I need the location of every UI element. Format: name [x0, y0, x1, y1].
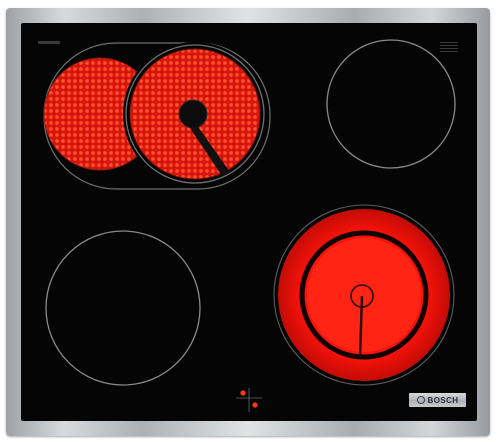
rear-left-cooking-zone	[43, 42, 271, 190]
brand-badge: BOSCH	[409, 393, 466, 407]
cooktop-zones-layer	[43, 39, 456, 412]
bosch-logo-icon	[416, 396, 425, 404]
model-label-mark	[38, 41, 60, 44]
rear-right-cooking-zone	[326, 39, 456, 169]
control-indicator	[236, 388, 262, 412]
front-right-cooking-zone	[273, 204, 455, 386]
front-right-heating-element-inner	[307, 238, 421, 352]
control-dot-top	[240, 390, 246, 396]
spec-label-mark	[440, 42, 458, 52]
brand-name: BOSCH	[427, 395, 459, 405]
rear-left-center-hub	[178, 99, 208, 129]
front-left-cooking-zone	[45, 230, 201, 386]
control-dot-bottom	[252, 402, 258, 408]
